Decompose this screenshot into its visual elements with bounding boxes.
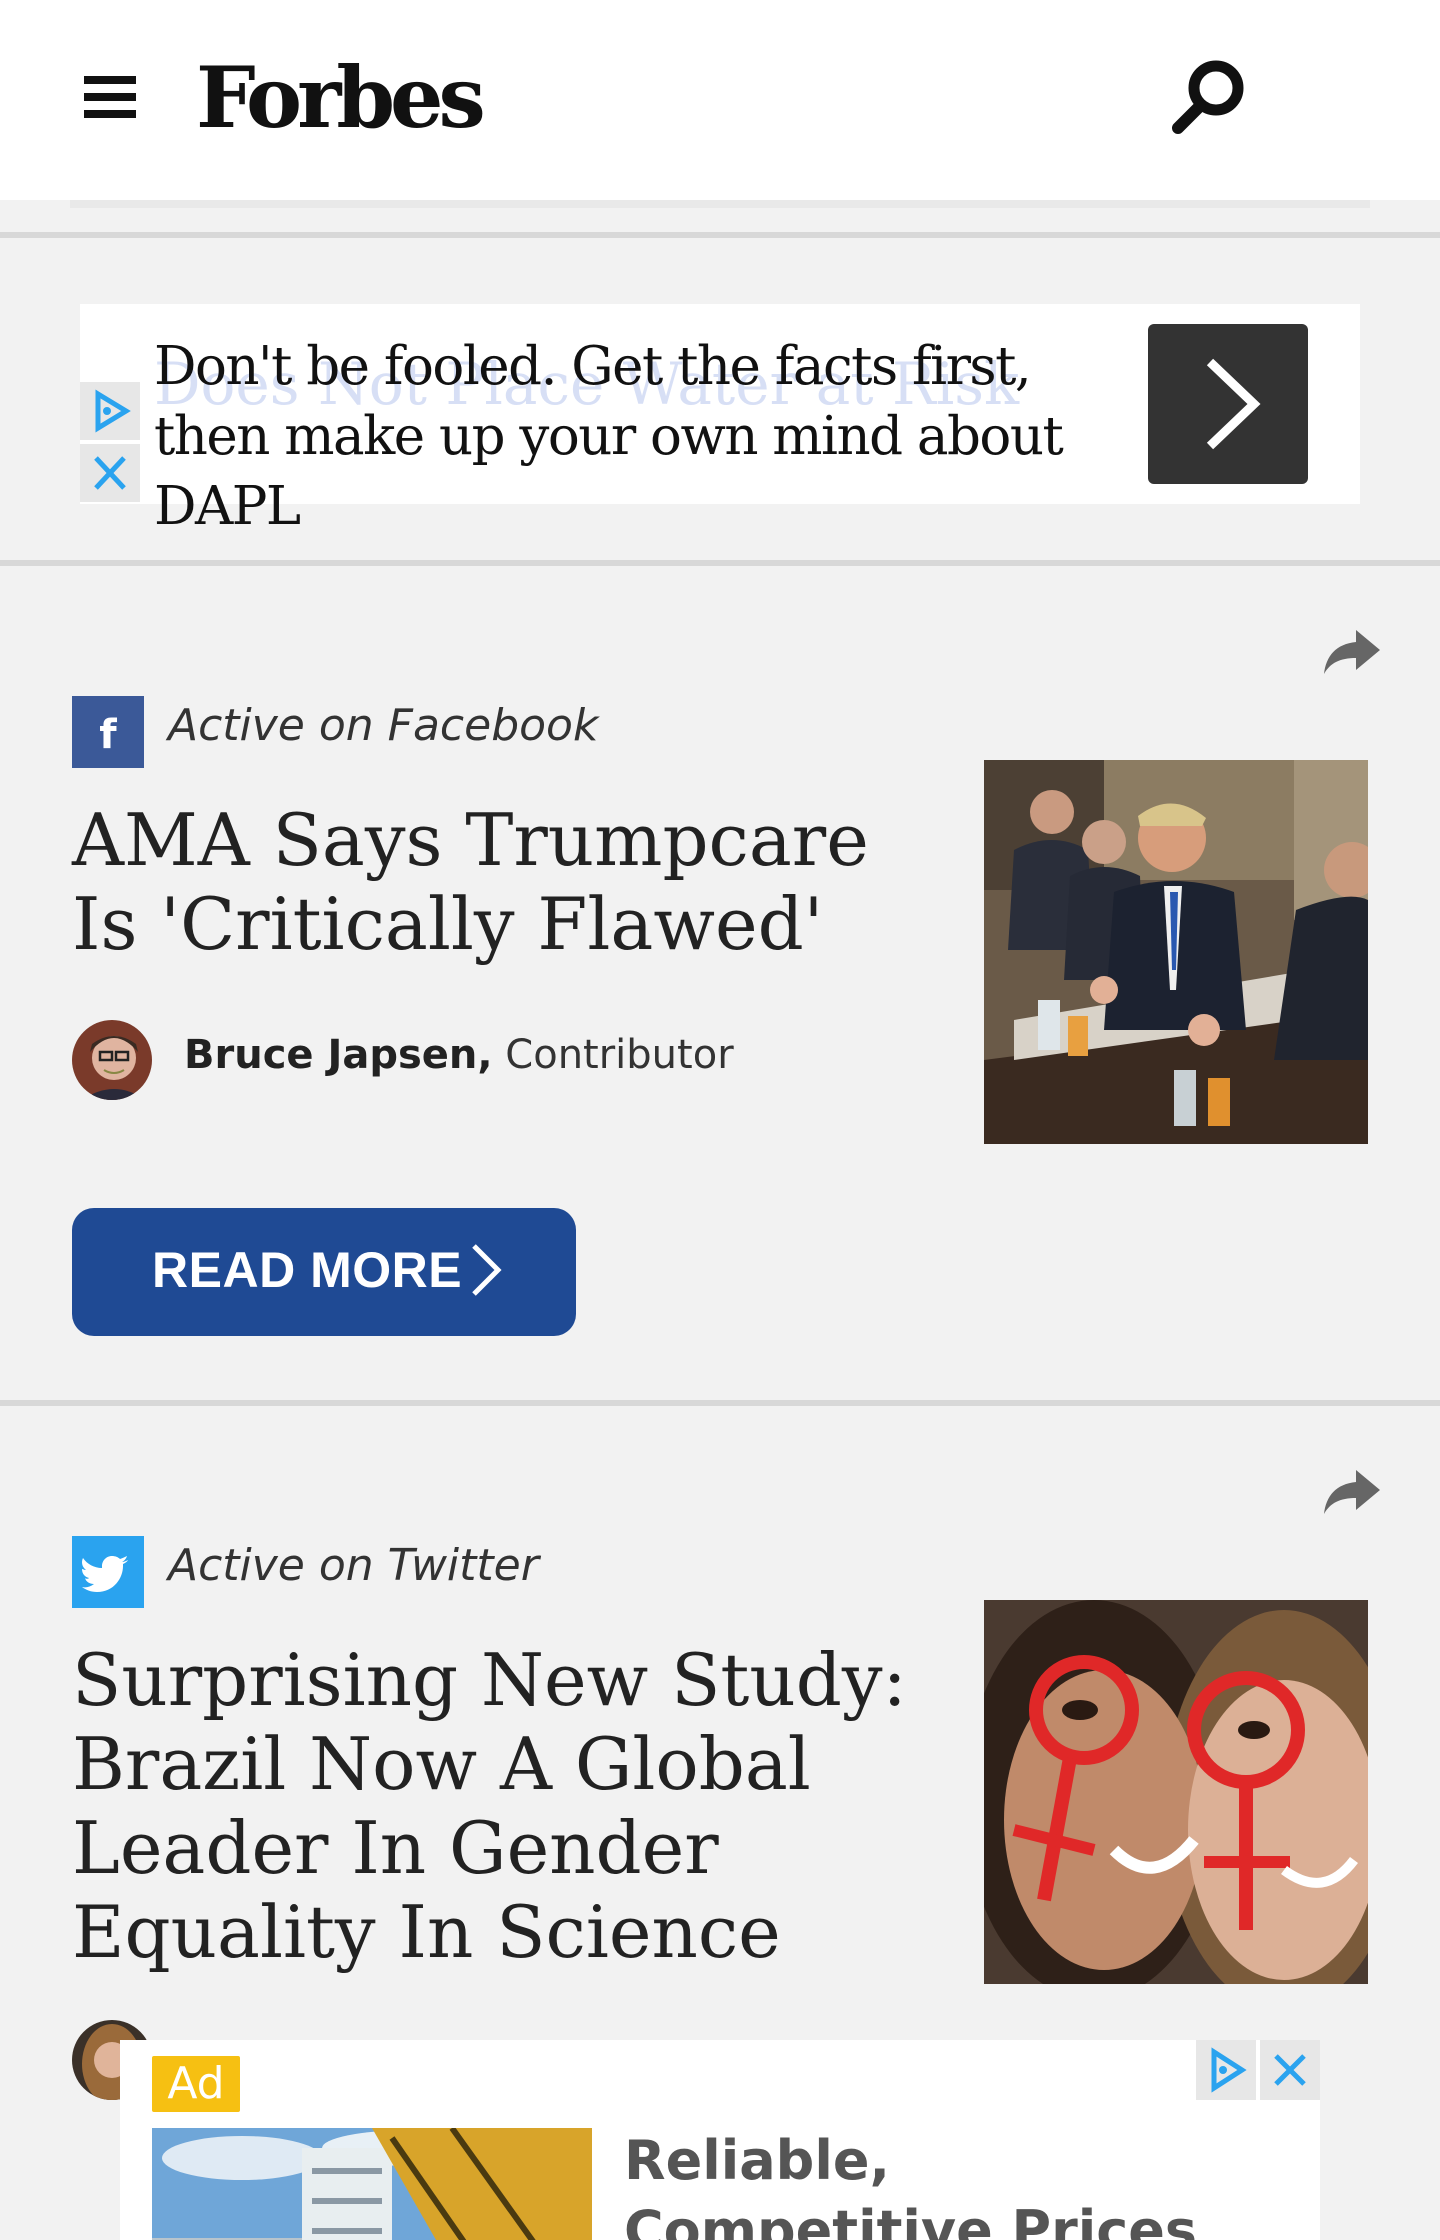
divider (0, 232, 1440, 238)
bottom-ad-controls (1196, 2040, 1320, 2100)
bottom-ad-title[interactable]: Reliable, Competitive Prices (624, 2126, 1264, 2240)
read-more-button[interactable]: READ MORE (72, 1208, 576, 1336)
share-icon[interactable] (1322, 1466, 1382, 1516)
divider (0, 560, 1440, 566)
ad-banner[interactable]: Does Not Place Water at Risk Don't be fo… (80, 304, 1360, 537)
byline: Bruce Japsen, Contributor (184, 1032, 734, 1078)
twitter-icon (72, 1536, 144, 1608)
article-thumbnail[interactable] (984, 760, 1368, 1144)
chevron-right-icon (1206, 358, 1261, 450)
divider (0, 1400, 1440, 1406)
article-thumbnail[interactable] (984, 1600, 1368, 1984)
page: Forbes Does Not Place Water at Risk Don'… (0, 0, 1440, 2240)
close-icon[interactable] (80, 444, 140, 502)
read-more-label: READ MORE (152, 1242, 463, 1298)
share-icon[interactable] (1322, 626, 1382, 676)
facebook-icon: f (72, 696, 144, 768)
forbes-logo[interactable]: Forbes (196, 48, 486, 148)
ad-badge: Ad (152, 2056, 240, 2112)
header-shadow-strip (70, 200, 1370, 208)
adchoices-icon[interactable] (80, 382, 140, 440)
svg-text:f: f (99, 712, 117, 758)
ad-banner-text[interactable]: Don't be fooled. Get the facts first, th… (154, 332, 1134, 542)
author-name[interactable]: Bruce Japsen, (184, 1032, 493, 1078)
ad-arrow-button[interactable] (1148, 324, 1308, 484)
source-label: Active on Facebook (168, 700, 599, 751)
menu-icon[interactable] (84, 74, 136, 120)
article-headline[interactable]: Surprising New Study: Brazil Now A Globa… (72, 1638, 932, 1974)
author-role: Contributor (505, 1032, 734, 1078)
source-label: Active on Twitter (168, 1540, 539, 1591)
adchoices-icon[interactable] (1196, 2040, 1256, 2100)
article-headline[interactable]: AMA Says Trumpcare Is 'Critically Flawed… (72, 798, 932, 966)
header: Forbes (0, 0, 1440, 200)
bottom-ad[interactable]: Ad Reliable, Competitive Prices (120, 2040, 1320, 2240)
chevron-right-icon (472, 1244, 502, 1296)
avatar[interactable] (72, 1020, 152, 1100)
search-icon[interactable] (1166, 56, 1250, 140)
close-icon[interactable] (1260, 2040, 1320, 2100)
ad-image[interactable] (152, 2128, 592, 2240)
